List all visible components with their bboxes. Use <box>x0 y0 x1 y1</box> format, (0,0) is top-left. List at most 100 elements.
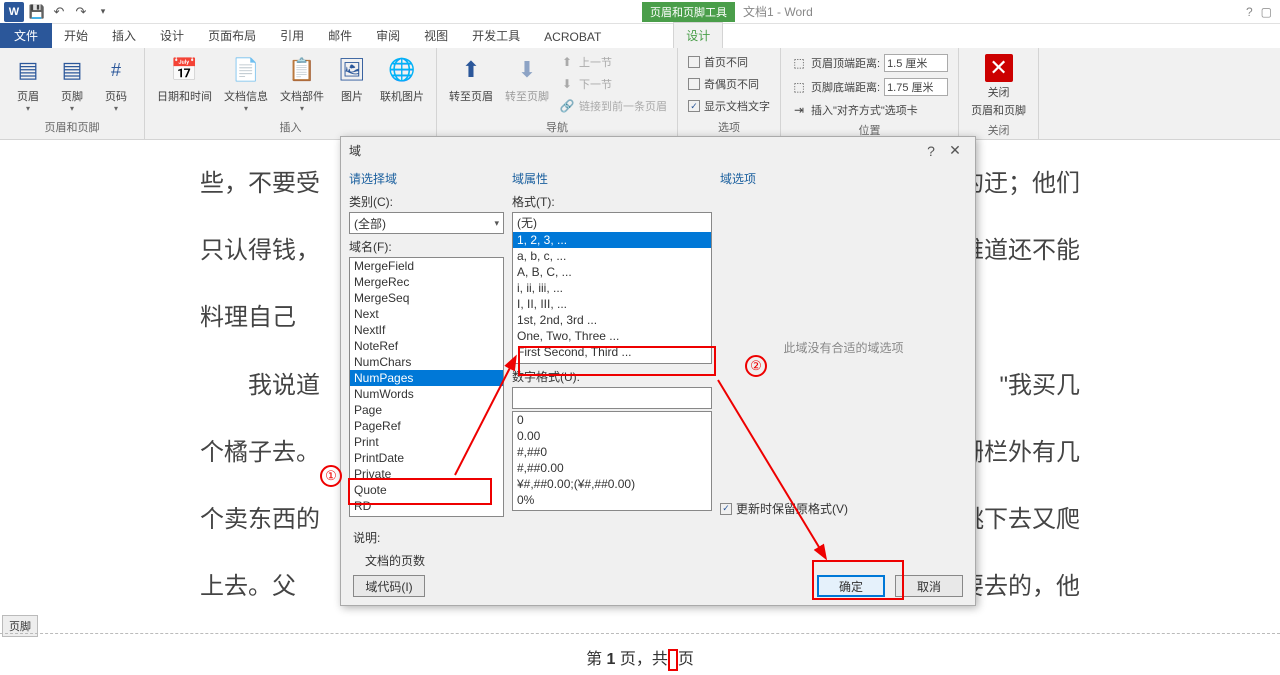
list-item[interactable]: a, b, c, ... <box>513 248 711 264</box>
numformat-label: 数字格式(U): <box>512 364 712 387</box>
help-icon[interactable]: ? <box>1246 5 1253 19</box>
page-number-button[interactable]: #页码▾ <box>96 52 136 115</box>
list-item[interactable]: 0% <box>513 492 711 508</box>
group-insert: 📅日期和时间 📄文档信息▾ 📋文档部件▾ 🖼图片 🌐联机图片 插入 <box>145 48 437 139</box>
list-item[interactable]: Ref <box>350 514 503 517</box>
picture-button[interactable]: 🖼图片 <box>332 52 372 106</box>
tab-references[interactable]: 引用 <box>268 23 316 48</box>
list-item[interactable]: Next <box>350 306 503 322</box>
tab-mailings[interactable]: 邮件 <box>316 23 364 48</box>
contextual-tab-area: 页眉和页脚工具 文档1 - Word <box>642 2 813 22</box>
list-item[interactable]: NumChars <box>350 354 503 370</box>
tab-developer[interactable]: 开发工具 <box>460 23 532 48</box>
list-item[interactable]: 0.00% <box>513 508 711 511</box>
fieldnames-listbox[interactable]: MergeFieldMergeRecMergeSeqNextNextIfNote… <box>349 257 504 517</box>
goto-header-button[interactable]: ⬆转至页眉 <box>445 52 497 106</box>
tab-hf-design[interactable]: 设计 <box>673 22 723 48</box>
preserve-format-checkbox[interactable]: 更新时保留原格式(V) <box>720 500 848 517</box>
insert-align-tab-button[interactable]: ⇥插入"对齐方式"选项卡 <box>789 100 950 120</box>
first-page-diff-checkbox[interactable]: 首页不同 <box>686 52 772 72</box>
docinfo-button[interactable]: 📄文档信息▾ <box>220 52 272 115</box>
list-item[interactable]: Private <box>350 466 503 482</box>
list-item[interactable]: A, B, C, ... <box>513 264 711 280</box>
tab-layout[interactable]: 页面布局 <box>196 23 268 48</box>
list-item[interactable]: MergeRec <box>350 274 503 290</box>
list-item[interactable]: RD <box>350 498 503 514</box>
list-item[interactable]: i, ii, iii, ... <box>513 280 711 296</box>
field-codes-button[interactable]: 域代码(I) <box>353 575 425 597</box>
restore-icon[interactable]: ▢ <box>1261 5 1272 19</box>
quick-access-toolbar: W 💾 ↶ ↷ ▾ <box>0 2 112 22</box>
list-item[interactable]: Print <box>350 434 503 450</box>
list-item[interactable]: #,##0 <box>513 444 711 460</box>
list-item[interactable]: 0 <box>513 412 711 428</box>
category-select[interactable]: (全部)▾ <box>349 212 504 234</box>
goto-footer-button[interactable]: ⬇转至页脚 <box>501 52 553 106</box>
formats-listbox[interactable]: (无)1, 2, 3, ...a, b, c, ...A, B, C, ...i… <box>512 212 712 364</box>
dialog-help-icon[interactable]: ? <box>919 143 943 159</box>
datetime-button[interactable]: 📅日期和时间 <box>153 52 216 106</box>
word-icon: W <box>4 2 24 22</box>
online-picture-button[interactable]: 🌐联机图片 <box>376 52 428 106</box>
list-item[interactable]: PrintDate <box>350 450 503 466</box>
tab-review[interactable]: 审阅 <box>364 23 412 48</box>
list-item[interactable]: 1st, 2nd, 3rd ... <box>513 312 711 328</box>
footer-page-text[interactable]: 第 1 页，共页 <box>0 645 1280 671</box>
next-section-button[interactable]: ⬇下一节 <box>557 74 669 94</box>
tab-file[interactable]: 文件 <box>0 23 52 48</box>
odd-even-diff-checkbox[interactable]: 奇偶页不同 <box>686 74 772 94</box>
list-item[interactable]: MergeField <box>350 258 503 274</box>
ok-button[interactable]: 确定 <box>817 575 885 597</box>
tab-home[interactable]: 开始 <box>52 23 100 48</box>
tab-acrobat[interactable]: ACROBAT <box>532 26 613 48</box>
category-label: 类别(C): <box>349 189 504 212</box>
dialog-title-text: 域 <box>349 142 919 159</box>
list-item[interactable]: hex ... <box>513 360 711 364</box>
props-section-label: 域属性 <box>512 168 712 189</box>
list-item[interactable]: ¥#,##0.00;(¥#,##0.00) <box>513 476 711 492</box>
list-item[interactable]: Page <box>350 402 503 418</box>
tab-view[interactable]: 视图 <box>412 23 460 48</box>
numformat-input[interactable] <box>512 387 712 409</box>
tab-insert[interactable]: 插入 <box>100 23 148 48</box>
prev-section-button[interactable]: ⬆上一节 <box>557 52 669 72</box>
list-item[interactable]: 1, 2, 3, ... <box>513 232 711 248</box>
qat-customize-icon[interactable]: ▾ <box>94 3 112 21</box>
list-item[interactable]: First Second, Third ... <box>513 344 711 360</box>
list-item[interactable]: NextIf <box>350 322 503 338</box>
list-item[interactable]: 0.00 <box>513 428 711 444</box>
undo-icon[interactable]: ↶ <box>50 3 68 21</box>
cancel-button[interactable]: 取消 <box>895 575 963 597</box>
list-item[interactable]: MergeSeq <box>350 290 503 306</box>
list-item[interactable]: NumWords <box>350 386 503 402</box>
save-icon[interactable]: 💾 <box>28 3 46 21</box>
header-button[interactable]: ▤页眉▾ <box>8 52 48 115</box>
select-field-label: 请选择域 <box>349 168 504 189</box>
list-item[interactable]: I, II, III, ... <box>513 296 711 312</box>
list-item[interactable]: #,##0.00 <box>513 460 711 476</box>
footer-distance-input[interactable]: 1.75 厘米 <box>884 78 948 96</box>
footer-button[interactable]: ▤页脚▾ <box>52 52 92 115</box>
list-item[interactable]: One, Two, Three ... <box>513 328 711 344</box>
close-hf-button[interactable]: ✕关闭页眉和页脚 <box>967 52 1030 120</box>
format-label: 格式(T): <box>512 189 712 212</box>
dialog-close-icon[interactable]: ✕ <box>943 142 967 159</box>
list-item[interactable]: PageRef <box>350 418 503 434</box>
fieldname-label: 域名(F): <box>349 234 504 257</box>
group-options: 首页不同 奇偶页不同 显示文档文字 选项 <box>678 48 781 139</box>
list-item[interactable]: NoteRef <box>350 338 503 354</box>
list-item[interactable]: (无) <box>513 213 711 232</box>
insertion-cursor <box>668 649 678 671</box>
tab-design[interactable]: 设计 <box>148 23 196 48</box>
redo-icon[interactable]: ↷ <box>72 3 90 21</box>
dialog-titlebar: 域 ? ✕ <box>341 137 975 164</box>
header-distance-input[interactable]: 1.5 厘米 <box>884 54 948 72</box>
list-item[interactable]: Quote <box>350 482 503 498</box>
group-position: ⬚页眉顶端距离:1.5 厘米 ⬚页脚底端距离:1.75 厘米 ⇥插入"对齐方式"… <box>781 48 959 139</box>
show-doc-text-checkbox[interactable]: 显示文档文字 <box>686 96 772 116</box>
link-previous-button[interactable]: 🔗链接到前一条页眉 <box>557 96 669 116</box>
ribbon: ▤页眉▾ ▤页脚▾ #页码▾ 页眉和页脚 📅日期和时间 📄文档信息▾ 📋文档部件… <box>0 48 1280 140</box>
quickparts-button[interactable]: 📋文档部件▾ <box>276 52 328 115</box>
list-item[interactable]: NumPages <box>350 370 503 386</box>
numformats-listbox[interactable]: 00.00#,##0#,##0.00¥#,##0.00;(¥#,##0.00)0… <box>512 411 712 511</box>
